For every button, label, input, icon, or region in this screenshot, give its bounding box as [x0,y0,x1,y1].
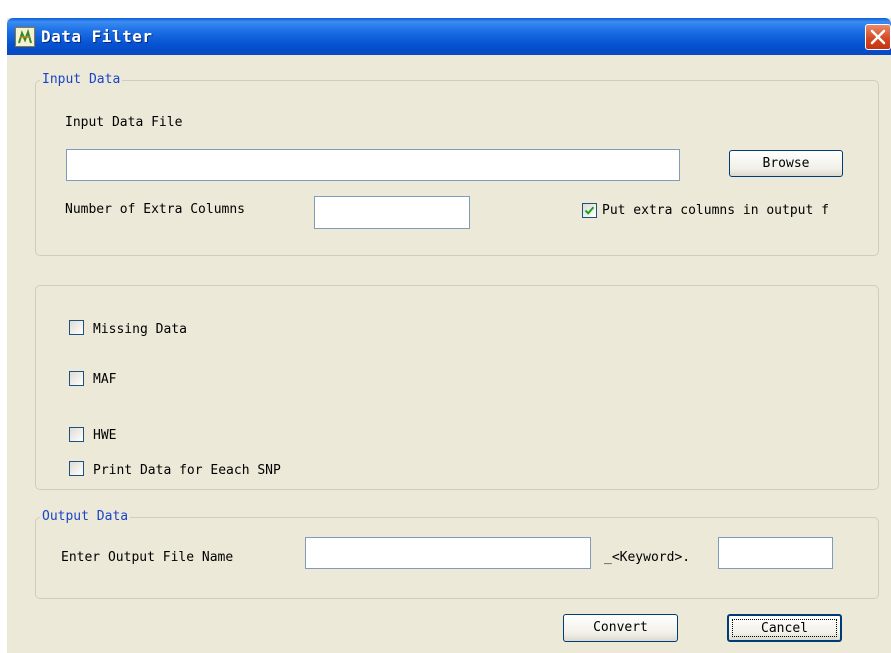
put-extra-columns-checkbox[interactable] [582,203,597,218]
hwe-label: HWE [93,428,117,443]
window-title: Data Filter [41,27,153,46]
close-button[interactable] [865,24,891,50]
close-icon [870,29,886,45]
browse-button[interactable]: Browse [729,150,843,177]
convert-button[interactable]: Convert [563,614,678,642]
output-filename-field[interactable] [305,537,591,569]
output-filename-label: Enter Output File Name [61,550,234,565]
background-fragment [520,0,610,2]
extra-columns-label: Number of Extra Columns [65,202,246,217]
missing-data-checkbox[interactable] [69,320,84,335]
options-group [35,285,879,490]
print-data-label: Print Data for Eeach SNP [93,463,281,478]
maf-label: MAF [93,372,117,387]
maf-checkbox[interactable] [69,371,84,386]
data-filter-dialog: Data Filter Input Data Input Data File B… [7,18,891,653]
title-bar[interactable]: Data Filter [7,18,891,55]
extra-columns-field[interactable] [314,196,470,229]
input-file-label: Input Data File [65,115,183,130]
input-file-field[interactable] [66,149,680,181]
focus-indicator [732,619,837,637]
print-data-checkbox[interactable] [69,461,84,476]
keyword-label: _<Keyword>. [604,550,691,565]
missing-data-label: Missing Data [93,322,187,337]
hwe-checkbox[interactable] [69,427,84,442]
background-window-strip [0,0,891,10]
cancel-button[interactable]: Cancel [727,614,842,642]
app-logo-icon [15,27,35,47]
extension-field[interactable] [718,537,833,569]
put-extra-columns-label: Put extra columns in output f [602,203,829,218]
input-data-legend: Input Data [40,72,123,87]
check-icon [584,206,595,215]
background-fragment [80,0,115,2]
output-data-legend: Output Data [40,509,131,524]
